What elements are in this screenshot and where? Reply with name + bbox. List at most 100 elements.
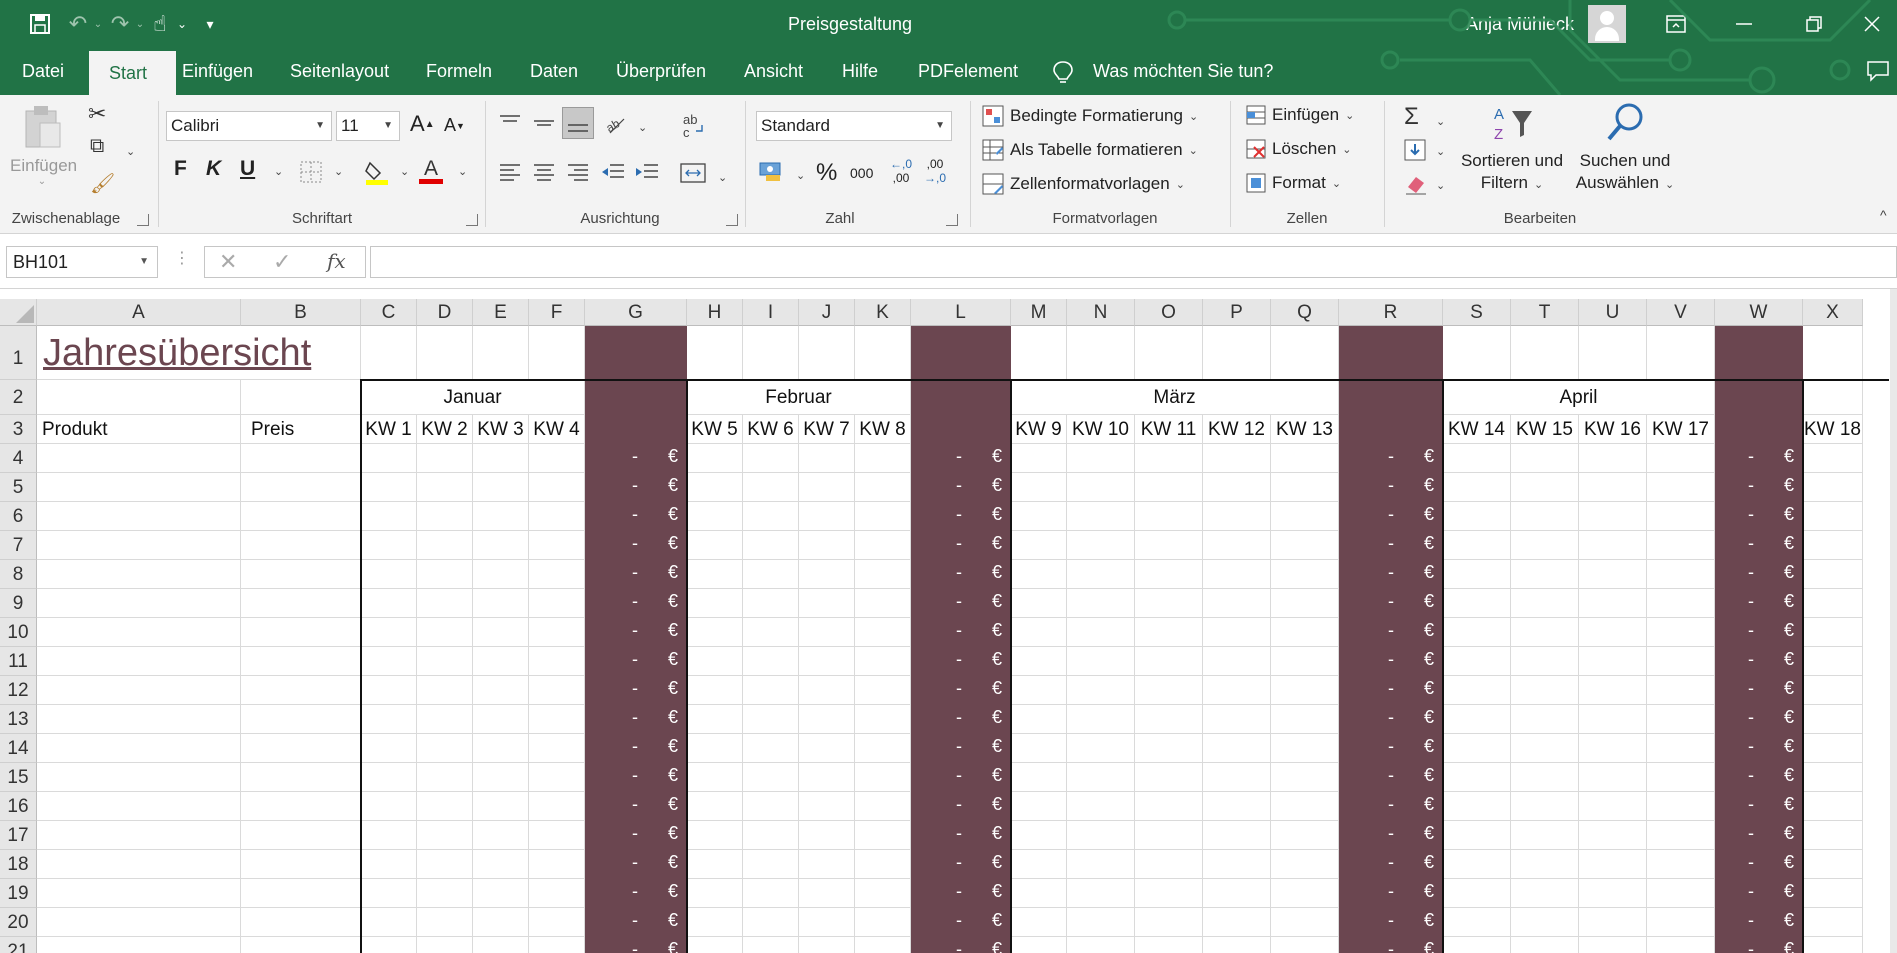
cell-p13[interactable] — [1203, 705, 1271, 734]
cell-c16[interactable] — [361, 792, 417, 821]
cell-k5[interactable] — [855, 473, 911, 502]
cell-l12[interactable]: - € — [911, 676, 1011, 705]
week-header-6[interactable]: KW 6 — [743, 415, 799, 444]
cell-h11[interactable] — [687, 647, 743, 676]
cell-m8[interactable] — [1011, 560, 1067, 589]
cell-b15[interactable] — [241, 763, 361, 792]
cell-d8[interactable] — [417, 560, 473, 589]
format-painter-icon[interactable]: 🖌 — [90, 171, 115, 196]
cell-t14[interactable] — [1511, 734, 1579, 763]
week-header-12[interactable]: KW 12 — [1203, 415, 1271, 444]
select-all-corner[interactable] — [0, 299, 37, 326]
cell-v7[interactable] — [1647, 531, 1715, 560]
cell-i21[interactable] — [743, 937, 799, 953]
cell-r12[interactable]: - € — [1339, 676, 1443, 705]
cell-x15[interactable] — [1803, 763, 1863, 792]
cell-q14[interactable] — [1271, 734, 1339, 763]
cell-s18[interactable] — [1443, 850, 1511, 879]
cell-v14[interactable] — [1647, 734, 1715, 763]
font-color-icon[interactable]: A — [418, 157, 444, 187]
cell-k10[interactable] — [855, 618, 911, 647]
cell-m10[interactable] — [1011, 618, 1067, 647]
cell-d15[interactable] — [417, 763, 473, 792]
cell-r19[interactable]: - € — [1339, 879, 1443, 908]
cell-c10[interactable] — [361, 618, 417, 647]
cell-k9[interactable] — [855, 589, 911, 618]
cell-g12[interactable]: - € — [585, 676, 687, 705]
cell-s8[interactable] — [1443, 560, 1511, 589]
cell-c17[interactable] — [361, 821, 417, 850]
row-header-15[interactable]: 15 — [0, 763, 37, 792]
cell-v19[interactable] — [1647, 879, 1715, 908]
cell-g6[interactable]: - € — [585, 502, 687, 531]
comments-icon[interactable] — [1866, 60, 1890, 82]
cell-k20[interactable] — [855, 908, 911, 937]
paste-button[interactable]: Einfügen ⌄ — [10, 103, 77, 203]
fill-icon[interactable] — [1404, 139, 1426, 166]
cell-i12[interactable] — [743, 676, 799, 705]
cell-o17[interactable] — [1135, 821, 1203, 850]
cell-d12[interactable] — [417, 676, 473, 705]
cell-l20[interactable]: - € — [911, 908, 1011, 937]
cell-v6[interactable] — [1647, 502, 1715, 531]
ribbon-display-options-icon[interactable] — [1646, 0, 1706, 48]
cell-g10[interactable]: - € — [585, 618, 687, 647]
cell-s17[interactable] — [1443, 821, 1511, 850]
cell-a10[interactable] — [37, 618, 241, 647]
cell-o8[interactable] — [1135, 560, 1203, 589]
cell-g2[interactable] — [585, 380, 687, 415]
cell-s11[interactable] — [1443, 647, 1511, 676]
cell-p18[interactable] — [1203, 850, 1271, 879]
cell-l18[interactable]: - € — [911, 850, 1011, 879]
row-header-12[interactable]: 12 — [0, 676, 37, 705]
cell-b14[interactable] — [241, 734, 361, 763]
cell-k7[interactable] — [855, 531, 911, 560]
cell-m14[interactable] — [1011, 734, 1067, 763]
row-header-14[interactable]: 14 — [0, 734, 37, 763]
column-header-b[interactable]: B — [241, 299, 361, 326]
cell-w15[interactable]: - € — [1715, 763, 1803, 792]
cell-g20[interactable]: - € — [585, 908, 687, 937]
cell-o14[interactable] — [1135, 734, 1203, 763]
cell-p14[interactable] — [1203, 734, 1271, 763]
cell-h8[interactable] — [687, 560, 743, 589]
cell-b10[interactable] — [241, 618, 361, 647]
month-header-4[interactable]: April — [1443, 380, 1715, 415]
cell-d11[interactable] — [417, 647, 473, 676]
accounting-dropdown-icon[interactable]: ⌄ — [796, 169, 805, 182]
cell-d14[interactable] — [417, 734, 473, 763]
cell-c6[interactable] — [361, 502, 417, 531]
cell-s21[interactable] — [1443, 937, 1511, 953]
cell-d7[interactable] — [417, 531, 473, 560]
cell-a4[interactable] — [37, 444, 241, 473]
column-header-n[interactable]: N — [1067, 299, 1135, 326]
cell-f21[interactable] — [529, 937, 585, 953]
cell-g16[interactable]: - € — [585, 792, 687, 821]
cell-h14[interactable] — [687, 734, 743, 763]
week-header-11[interactable]: KW 11 — [1135, 415, 1203, 444]
find-select-button[interactable]: Suchen und Auswählen ⌄ — [1566, 101, 1684, 196]
cell-x14[interactable] — [1803, 734, 1863, 763]
insert-function-icon[interactable]: fx — [327, 249, 346, 273]
week-header-9[interactable]: KW 9 — [1011, 415, 1067, 444]
cell-v16[interactable] — [1647, 792, 1715, 821]
wrap-text-icon[interactable]: ab c — [682, 112, 704, 144]
cell-w21[interactable]: - € — [1715, 937, 1803, 953]
cell-u11[interactable] — [1579, 647, 1647, 676]
row-header-5[interactable]: 5 — [0, 473, 37, 502]
cell-l11[interactable]: - € — [911, 647, 1011, 676]
cell-n15[interactable] — [1067, 763, 1135, 792]
cell-n10[interactable] — [1067, 618, 1135, 647]
cell-q20[interactable] — [1271, 908, 1339, 937]
column-header-g[interactable]: G — [585, 299, 687, 326]
cell-r13[interactable]: - € — [1339, 705, 1443, 734]
italic-button[interactable]: K — [206, 157, 221, 181]
underline-button[interactable]: U — [240, 157, 255, 181]
cell-u21[interactable] — [1579, 937, 1647, 953]
cell-p10[interactable] — [1203, 618, 1271, 647]
cell-h5[interactable] — [687, 473, 743, 502]
cell-p5[interactable] — [1203, 473, 1271, 502]
cell-u15[interactable] — [1579, 763, 1647, 792]
cell-p7[interactable] — [1203, 531, 1271, 560]
cell-g7[interactable]: - € — [585, 531, 687, 560]
